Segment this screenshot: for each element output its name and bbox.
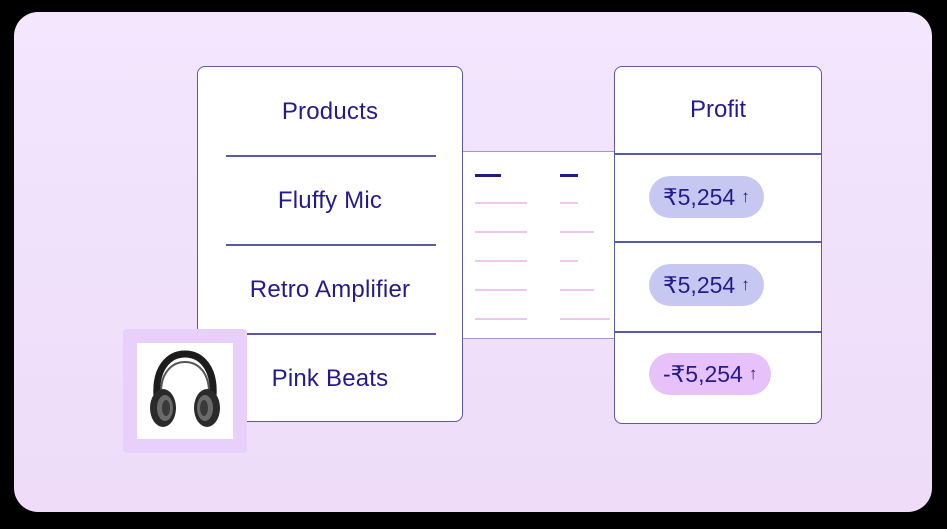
placeholder-line <box>560 289 594 291</box>
profit-value: -₹5,254 <box>663 360 743 387</box>
profit-value: ₹5,254 <box>663 271 736 298</box>
profit-badge: ₹5,254 ↑ <box>649 176 764 218</box>
profit-header: Profit <box>689 96 746 123</box>
placeholder-line <box>475 289 527 291</box>
product-name: Retro Amplifier <box>249 275 411 303</box>
placeholder-line <box>560 318 610 320</box>
arrow-up-icon: ↑ <box>748 364 758 383</box>
profit-value: ₹5,254 <box>663 183 736 210</box>
products-header: Products <box>281 97 379 125</box>
product-thumbnail <box>123 329 247 453</box>
placeholder-line <box>560 260 578 262</box>
placeholder-line <box>560 231 594 233</box>
thumbnail-image <box>137 343 233 439</box>
headphones-icon <box>150 350 220 427</box>
placeholder-line <box>560 202 578 204</box>
placeholder-columns <box>463 151 615 339</box>
divider <box>615 241 821 243</box>
divider <box>615 153 821 155</box>
placeholder-line <box>475 231 527 233</box>
arrow-up-icon: ↑ <box>741 187 750 206</box>
placeholder-line <box>475 260 527 262</box>
product-name: Fluffy Mic <box>277 186 383 214</box>
placeholder-header-dash <box>475 174 501 177</box>
placeholder-line <box>475 318 527 320</box>
profit-badge: -₹5,254 ↑ <box>649 353 772 395</box>
placeholder-header-dash <box>560 174 578 177</box>
divider <box>615 331 821 333</box>
placeholder-line <box>475 202 527 204</box>
profit-badge: ₹5,254 ↑ <box>649 264 764 306</box>
profit-card: Profit ₹5,254 ↑ ₹5,254 ↑ -₹5,254 ↑ <box>614 66 822 424</box>
arrow-up-icon: ↑ <box>741 275 750 294</box>
illustration-canvas: Products Fluffy Mic Retro Amplifier Pink… <box>14 12 932 512</box>
